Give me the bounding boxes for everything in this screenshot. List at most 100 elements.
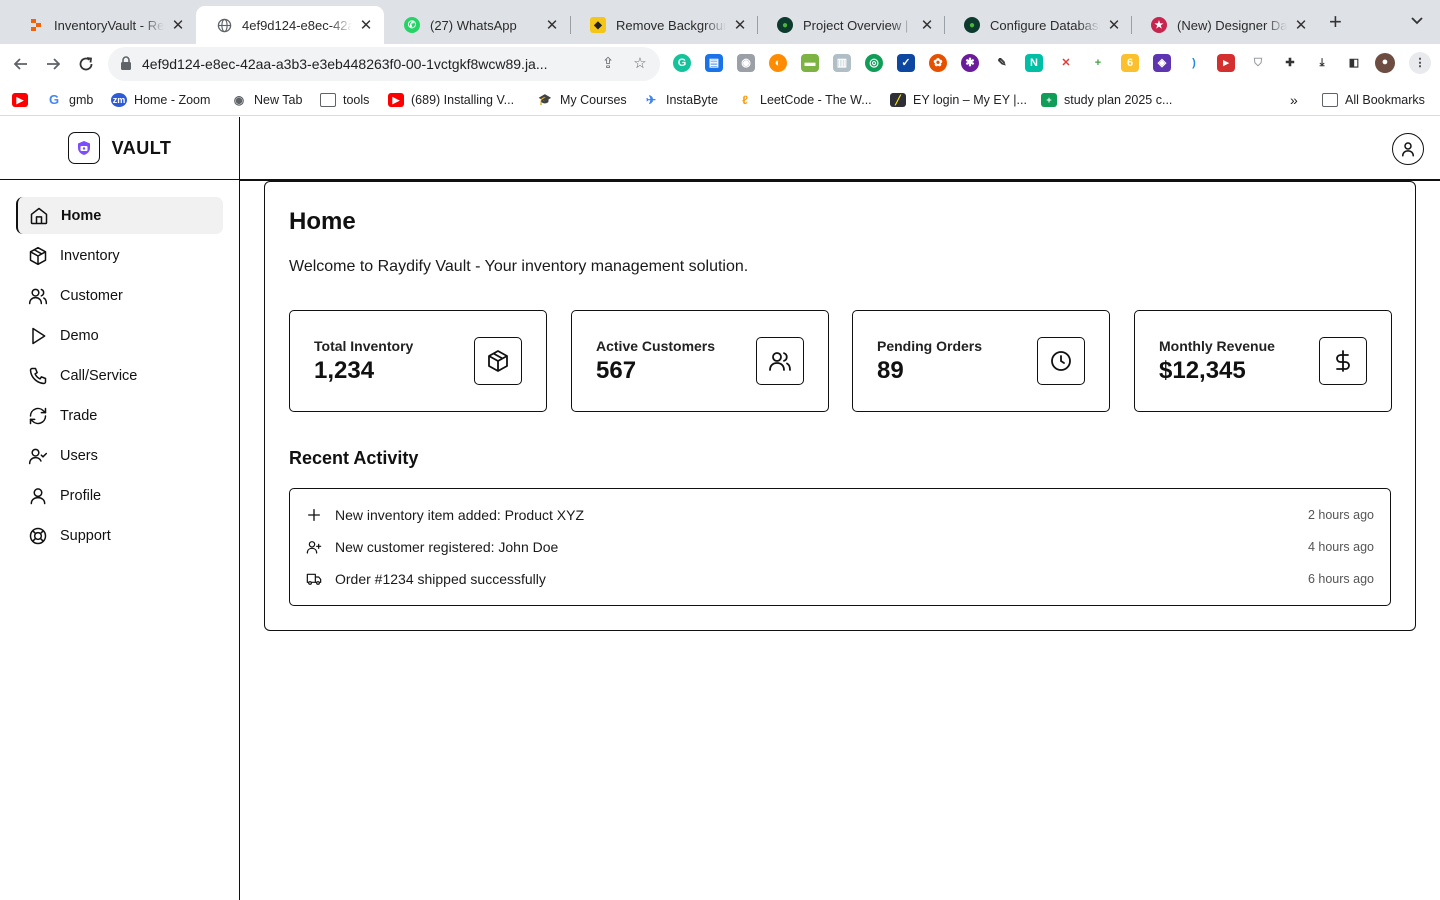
extension-icon[interactable]: ✿ [929,54,947,72]
close-icon[interactable]: ✕ [358,16,374,34]
bookmark-label: EY login – My EY |... [913,93,1027,107]
all-bookmarks[interactable]: All Bookmarks [1314,92,1425,108]
bookmark-label: LeetCode - The W... [760,93,872,107]
sidebar-item-demo[interactable]: Demo [16,317,223,354]
sidebar: VAULT Home Inventory Customer Demo Call/… [0,117,240,900]
sidebar-item-inventory[interactable]: Inventory [16,237,223,274]
bookmark-item[interactable]: ╱ EY login – My EY |... [890,92,1027,108]
puzzle-icon[interactable]: ✚ [1281,54,1299,72]
package-icon [29,246,47,265]
shield-icon[interactable]: ⛉ [1249,54,1267,72]
stat-card-monthly-revenue: Monthly Revenue $12,345 [1134,310,1392,412]
activity-text: New inventory item added: Product XYZ [335,507,585,523]
browser-toolbar: 4ef9d124-e8ec-42aa-a3b3-e3eb448263f0-00-… [0,44,1440,84]
close-icon[interactable]: ✕ [544,16,560,34]
app-header [240,117,1440,181]
bookmark-item[interactable]: ▶ (689) Installing V... [388,92,514,108]
side-panel-icon[interactable]: ◧ [1345,54,1363,72]
sidebar-item-label: Support [60,527,111,544]
extension-icon[interactable]: ▥ [833,54,851,72]
bookmark-item[interactable]: + study plan 2025 c... [1041,92,1172,108]
extension-icon[interactable]: 6 [1121,54,1139,72]
tab-title: 4ef9d124-e8ec-42aa [242,17,352,33]
sidebar-item-profile[interactable]: Profile [16,477,223,514]
browser-tab[interactable]: ● Configure Database U ✕ [944,6,1132,44]
bookmark-label: tools [343,93,370,107]
browser-tab[interactable]: ★ (New) Designer Daily ✕ [1131,6,1319,44]
extension-icon[interactable]: ◈ [1153,54,1171,72]
extension-icon[interactable]: N [1025,54,1043,72]
list-item: New inventory item added: Product XYZ 2 … [306,505,1374,525]
ey-icon: ╱ [890,93,906,107]
browser-tab[interactable]: InventoryVault - Repli ✕ [8,6,196,44]
pen-icon[interactable]: ✎ [993,54,1011,72]
browser-tab[interactable]: ● Project Overview | Clo ✕ [757,6,945,44]
sidebar-item-users[interactable]: Users [16,437,223,474]
close-icon[interactable]: ✕ [1106,16,1122,34]
mongodb-icon: ● [777,17,793,33]
refresh-icon [29,407,47,424]
tab-search-chevron-icon[interactable] [1410,14,1424,29]
sidebar-item-label: Home [61,207,102,224]
sidebar-item-call-service[interactable]: Call/Service [16,357,223,394]
extension-icon[interactable]: ✕ [1057,54,1075,72]
extension-icon[interactable]: ◎ [865,54,883,72]
bookmark-item[interactable]: 🎓 My Courses [537,92,627,108]
leetcode-icon: ℓ [737,93,753,107]
close-icon[interactable]: ✕ [732,16,748,34]
sidebar-item-support[interactable]: Support [16,517,223,554]
bookmark-item[interactable]: ◉ New Tab [231,92,302,108]
camera-icon[interactable]: ◉ [737,54,755,72]
browser-tab-active[interactable]: 4ef9d124-e8ec-42aa ✕ [196,6,384,44]
reader-extension-icon[interactable]: ▤ [705,54,723,72]
avatar[interactable]: ● [1375,53,1395,73]
extension-icon[interactable]: ◐ [769,54,787,72]
bookmark-item[interactable]: ℓ LeetCode - The W... [737,92,872,108]
reload-icon[interactable] [74,52,98,76]
user-menu-button[interactable] [1392,133,1424,165]
grammarly-icon[interactable]: G [673,54,691,72]
more-bookmarks-chevron-icon[interactable]: » [1290,92,1298,108]
checkbox-extension-icon[interactable]: ✓ [897,54,915,72]
new-tab-icon[interactable]: + [1329,11,1342,33]
users-icon [28,288,48,304]
browser-tab[interactable]: ✆ (27) WhatsApp ✕ [384,6,570,44]
bookmark-label: All Bookmarks [1345,93,1425,107]
user-check-icon [28,448,48,464]
kebab-menu-icon[interactable]: ⋮ [1409,52,1431,74]
sidebar-item-customer[interactable]: Customer [16,277,223,314]
address-bar[interactable]: 4ef9d124-e8ec-42aa-a3b3-e3eb448263f0-00-… [108,47,660,81]
stat-card-pending-orders: Pending Orders 89 [852,310,1110,412]
bookmark-item[interactable]: zm Home - Zoom [111,92,210,108]
activity-time: 6 hours ago [1307,572,1374,586]
bookmark-item[interactable]: ✈ InstaByte [643,92,718,108]
close-icon[interactable]: ✕ [919,16,935,34]
instabyte-icon: ✈ [643,93,659,107]
brand[interactable]: VAULT [0,117,239,180]
bookmark-star-icon[interactable]: ☆ [630,54,650,74]
extension-icon[interactable]: ▸ [1217,54,1235,72]
sidebar-item-home[interactable]: Home [16,197,223,234]
tab-title: (New) Designer Daily [1177,17,1287,33]
user-icon [30,487,46,504]
back-arrow-icon[interactable] [9,52,33,76]
share-icon[interactable]: ⇪ [598,54,618,74]
extension-icon[interactable]: ✱ [961,54,979,72]
browser-tabstrip: InventoryVault - Repli ✕ 4ef9d124-e8ec-4… [0,0,1440,44]
browser-tab[interactable]: ◆ Remove Background ✕ [570,6,758,44]
extension-icon[interactable]: ▬ [801,54,819,72]
close-icon[interactable]: ✕ [1293,16,1309,34]
extension-icon[interactable]: ) [1185,54,1203,72]
bookmark-item[interactable]: G gmb [46,92,93,108]
extension-icon[interactable]: + [1089,54,1107,72]
bookmark-item[interactable]: ▶ [12,92,35,108]
download-icon[interactable]: ⤓ [1313,54,1331,72]
forward-arrow-icon[interactable] [41,52,65,76]
stat-value: 89 [877,357,904,384]
close-icon[interactable]: ✕ [170,16,186,34]
stat-label: Active Customers [596,338,716,354]
mongodb-icon: ● [964,17,980,33]
bookmark-folder[interactable]: tools [320,92,369,108]
stat-card-total-inventory: Total Inventory 1,234 [289,310,547,412]
sidebar-item-trade[interactable]: Trade [16,397,223,434]
